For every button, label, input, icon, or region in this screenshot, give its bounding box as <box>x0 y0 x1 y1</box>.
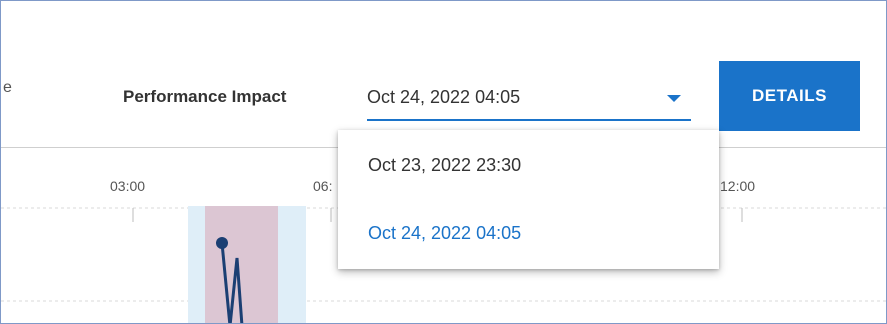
impact-date-select[interactable]: Oct 24, 2022 04:05 <box>367 79 691 121</box>
dropdown-option[interactable]: Oct 23, 2022 23:30 <box>338 134 719 196</box>
details-button[interactable]: DETAILS <box>719 61 860 131</box>
dropdown-option-selected[interactable]: Oct 24, 2022 04:05 <box>338 202 719 264</box>
x-tick-label: 03:00 <box>110 178 146 194</box>
performance-panel: e Performance Impact Oct 24, 2022 04:05 … <box>0 0 887 324</box>
x-tick-label: 06: <box>313 178 333 194</box>
series-point[interactable] <box>216 237 228 249</box>
chevron-down-icon[interactable] <box>667 95 681 102</box>
date-dropdown-menu: Oct 23, 2022 23:30 Oct 24, 2022 04:05 <box>338 130 719 269</box>
performance-impact-label: Performance Impact <box>123 87 287 106</box>
x-tick-label: 12:00 <box>720 178 756 194</box>
truncated-label: e <box>3 79 12 96</box>
select-value: Oct 24, 2022 04:05 <box>367 87 521 107</box>
